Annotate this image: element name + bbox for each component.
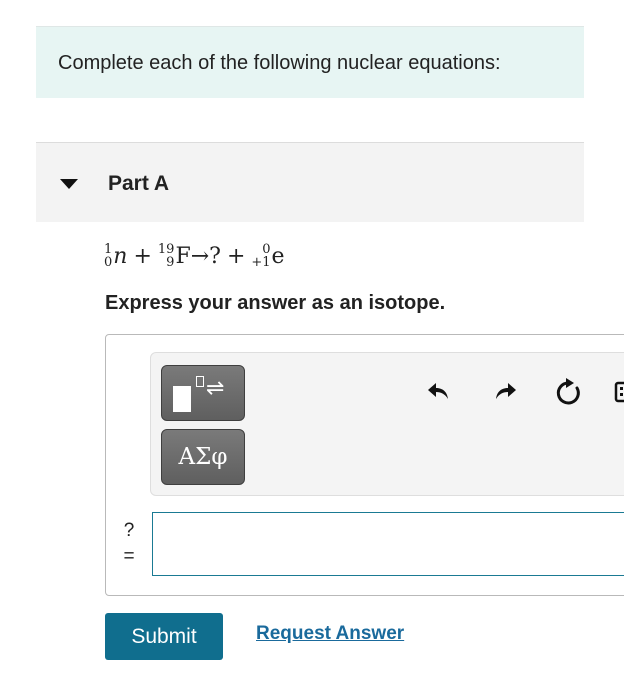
answer-label-question: ? [123, 520, 135, 541]
reaction-arrow: → [190, 243, 210, 269]
neutron-atomic-number: 0 [104, 255, 113, 270]
greek-symbols-button[interactable]: ΑΣφ [161, 429, 245, 485]
fluorine-term: 19 9 F [158, 243, 191, 269]
reset-icon[interactable] [553, 377, 583, 407]
fluorine-symbol: F [175, 243, 191, 269]
positron-symbol: e [271, 243, 285, 269]
fluorine-atomic-number: 9 [166, 255, 175, 270]
collapse-caret-icon[interactable] [60, 179, 78, 189]
neutron-term: 1 0 n [104, 243, 127, 269]
redo-icon[interactable] [490, 377, 520, 407]
submit-button[interactable]: Submit [105, 613, 223, 660]
isotope-template-button[interactable]: ⇌ [161, 365, 245, 421]
keyboard-icon[interactable] [612, 377, 624, 407]
instructions-banner: Complete each of the following nuclear e… [36, 26, 584, 98]
plus-sign: + [226, 243, 246, 269]
answer-instruction: Express your answer as an isotope. [105, 292, 446, 314]
answer-input[interactable] [152, 512, 624, 576]
instructions-text: Complete each of the following nuclear e… [58, 52, 501, 74]
plus-sign: + [133, 243, 152, 269]
greek-symbols-label: ΑΣφ [178, 444, 228, 470]
unknown-product: ? [209, 243, 221, 269]
part-a-header[interactable]: Part A [36, 142, 584, 222]
positron-term: 0 +1 e [251, 243, 284, 269]
request-answer-link[interactable]: Request Answer [256, 623, 404, 645]
answer-label: ? = [121, 518, 137, 570]
positron-atomic-number: +1 [251, 255, 271, 270]
part-title: Part A [108, 172, 170, 195]
answer-label-equals: = [123, 546, 135, 567]
neutron-symbol: n [113, 243, 128, 269]
undo-icon[interactable] [424, 377, 454, 407]
nuclear-equation: 1 0 n + 19 9 F → ? + 0 +1 e [104, 236, 285, 276]
